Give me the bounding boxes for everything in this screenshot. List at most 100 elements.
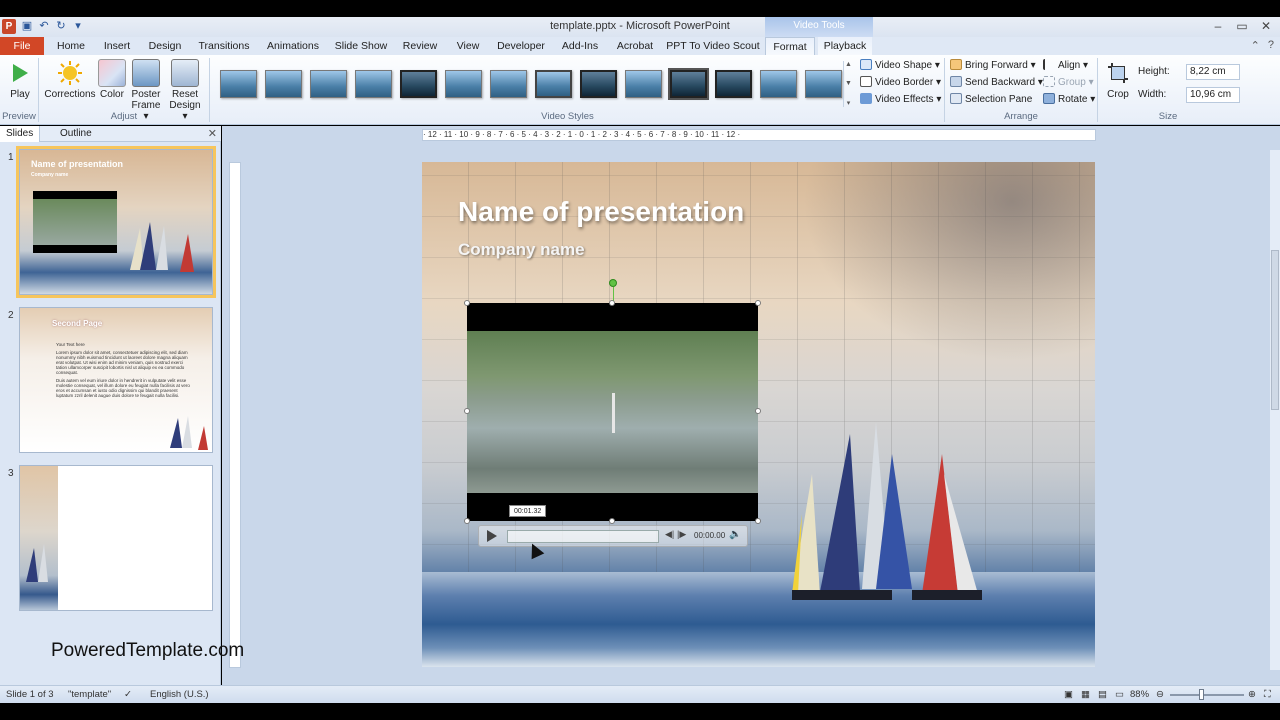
help-icon[interactable]: ? — [1268, 39, 1274, 52]
video-style-thumbnail[interactable] — [400, 70, 437, 98]
gallery-up-icon[interactable]: ▲ — [844, 61, 853, 68]
minimize-ribbon-icon[interactable]: ⌃ — [1251, 39, 1260, 52]
zoom-slider[interactable] — [1170, 694, 1244, 696]
selection-pane-button[interactable]: Selection Pane — [950, 92, 1032, 108]
bring-forward-button[interactable]: Bring Forward ▾ — [950, 58, 1036, 74]
group-button[interactable]: Group ▾ — [1043, 75, 1094, 91]
slide-title[interactable]: Name of presentation — [458, 196, 744, 228]
tab-review[interactable]: Review — [398, 37, 442, 55]
step-forward-icon[interactable]: |▶ — [677, 529, 686, 540]
align-button[interactable]: Align ▾ — [1043, 58, 1088, 74]
video-object[interactable] — [467, 303, 758, 521]
slide-subtitle[interactable]: Company name — [458, 240, 585, 260]
tab-slides[interactable]: Slides — [0, 126, 41, 142]
video-style-thumbnail[interactable] — [760, 70, 797, 98]
crop-button[interactable]: Crop — [1103, 59, 1133, 100]
powerpoint-app-icon[interactable]: P — [2, 19, 16, 34]
tab-add-ins[interactable]: Add-Ins — [556, 37, 604, 55]
slide-canvas[interactable]: Name of presentation Company name 00:01.… — [422, 162, 1095, 667]
resize-handle[interactable] — [464, 408, 470, 414]
rotate-handle[interactable] — [609, 279, 617, 287]
zoom-in-icon[interactable]: ⊕ — [1248, 689, 1256, 700]
slide-thumbnail-2[interactable]: Second Page Your Text here Lorem ipsum d… — [19, 307, 213, 453]
close-pane-icon[interactable]: ✕ — [208, 127, 217, 140]
tab-home[interactable]: Home — [52, 37, 90, 55]
video-play-icon[interactable] — [487, 530, 497, 542]
group-separator — [209, 58, 210, 122]
ribbon-right-controls: ⌃ ? — [1251, 39, 1274, 52]
video-style-thumbnail[interactable] — [265, 70, 302, 98]
language[interactable]: English (U.S.) — [150, 689, 209, 700]
tab-outline[interactable]: Outline — [54, 126, 98, 142]
video-border-button[interactable]: Video Border ▾ — [860, 75, 941, 91]
video-shape-button[interactable]: Video Shape ▾ — [860, 58, 940, 74]
zoom-level[interactable]: 88% — [1130, 689, 1149, 700]
resize-handle[interactable] — [755, 300, 761, 306]
minimize-button[interactable]: – — [1206, 17, 1230, 35]
video-style-thumbnail[interactable] — [355, 70, 392, 98]
tab-animations[interactable]: Animations — [262, 37, 324, 55]
resize-handle[interactable] — [609, 300, 615, 306]
zoom-out-icon[interactable]: ⊖ — [1156, 689, 1164, 700]
resize-handle[interactable] — [464, 518, 470, 524]
spell-check-icon[interactable]: ✓ — [124, 689, 132, 700]
resize-handle[interactable] — [755, 408, 761, 414]
theme-name: "template" — [68, 689, 112, 700]
close-button[interactable]: ✕ — [1254, 17, 1278, 35]
slide-thumbnail-3[interactable] — [19, 465, 213, 611]
tab-file[interactable]: File — [0, 37, 44, 55]
resize-handle[interactable] — [464, 300, 470, 306]
tab-design[interactable]: Design — [144, 37, 186, 55]
height-field[interactable]: 8,22 cm — [1186, 64, 1240, 80]
width-field[interactable]: 10,96 cm — [1186, 87, 1240, 103]
tab-insert[interactable]: Insert — [98, 37, 136, 55]
normal-view-icon[interactable]: ▣ — [1064, 689, 1073, 700]
volume-icon[interactable]: 🔈 — [729, 529, 741, 540]
video-style-thumbnail-selected[interactable] — [668, 68, 709, 100]
align-icon — [1043, 59, 1055, 70]
tab-view[interactable]: View — [450, 37, 486, 55]
video-style-thumbnail[interactable] — [490, 70, 527, 98]
video-seek-bar[interactable] — [507, 530, 659, 543]
tab-ppt-to-video-scout[interactable]: PPT To Video Scout — [666, 37, 760, 55]
play-button[interactable]: Play — [6, 59, 34, 100]
video-style-thumbnail[interactable] — [805, 70, 842, 98]
save-icon[interactable]: ▣ — [20, 19, 34, 33]
slide-thumbnail-1[interactable]: Name of presentation Company name — [16, 146, 216, 298]
video-style-thumbnail[interactable] — [445, 70, 482, 98]
gallery-more-icon[interactable]: ▾ — [844, 99, 853, 107]
tab-transitions[interactable]: Transitions — [194, 37, 254, 55]
slide-show-view-icon[interactable]: ▭ — [1115, 689, 1124, 700]
tab-acrobat[interactable]: Acrobat — [612, 37, 658, 55]
tab-developer[interactable]: Developer — [494, 37, 548, 55]
video-style-thumbnail[interactable] — [220, 70, 257, 98]
video-style-thumbnail[interactable] — [625, 70, 662, 98]
fit-slide-icon[interactable]: ⛶ — [1264, 689, 1271, 700]
video-style-thumbnail[interactable] — [310, 70, 347, 98]
resize-handle[interactable] — [609, 518, 615, 524]
gallery-down-icon[interactable]: ▼ — [844, 80, 853, 87]
send-backward-button[interactable]: Send Backward ▾ — [950, 75, 1043, 91]
tab-slide-show[interactable]: Slide Show — [332, 37, 390, 55]
undo-icon[interactable]: ↶ — [37, 19, 51, 33]
color-button[interactable]: Color — [98, 59, 126, 100]
video-style-thumbnail[interactable] — [580, 70, 617, 98]
redo-icon[interactable]: ↻ — [54, 19, 68, 33]
corrections-button[interactable]: Corrections — [44, 59, 96, 100]
step-back-icon[interactable]: ◀| — [665, 529, 674, 540]
zoom-slider-knob[interactable] — [1199, 689, 1204, 700]
video-effects-button[interactable]: Video Effects ▾ — [860, 92, 941, 108]
video-style-thumbnail[interactable] — [535, 70, 572, 98]
scrollbar-thumb[interactable] — [1271, 250, 1279, 410]
reading-view-icon[interactable]: ▤ — [1098, 689, 1107, 700]
resize-handle[interactable] — [755, 518, 761, 524]
tab-playback[interactable]: Playback — [818, 37, 872, 55]
rotate-button[interactable]: Rotate ▾ — [1043, 92, 1095, 108]
vertical-scrollbar[interactable] — [1270, 150, 1280, 670]
maximize-button[interactable]: ▭ — [1230, 17, 1254, 35]
slide-sorter-icon[interactable]: ▦ — [1081, 689, 1090, 700]
video-style-thumbnail[interactable] — [715, 70, 752, 98]
customize-qat-icon[interactable]: ▾ — [71, 19, 85, 33]
tab-format[interactable]: Format — [765, 37, 815, 55]
pen-icon — [860, 76, 872, 87]
